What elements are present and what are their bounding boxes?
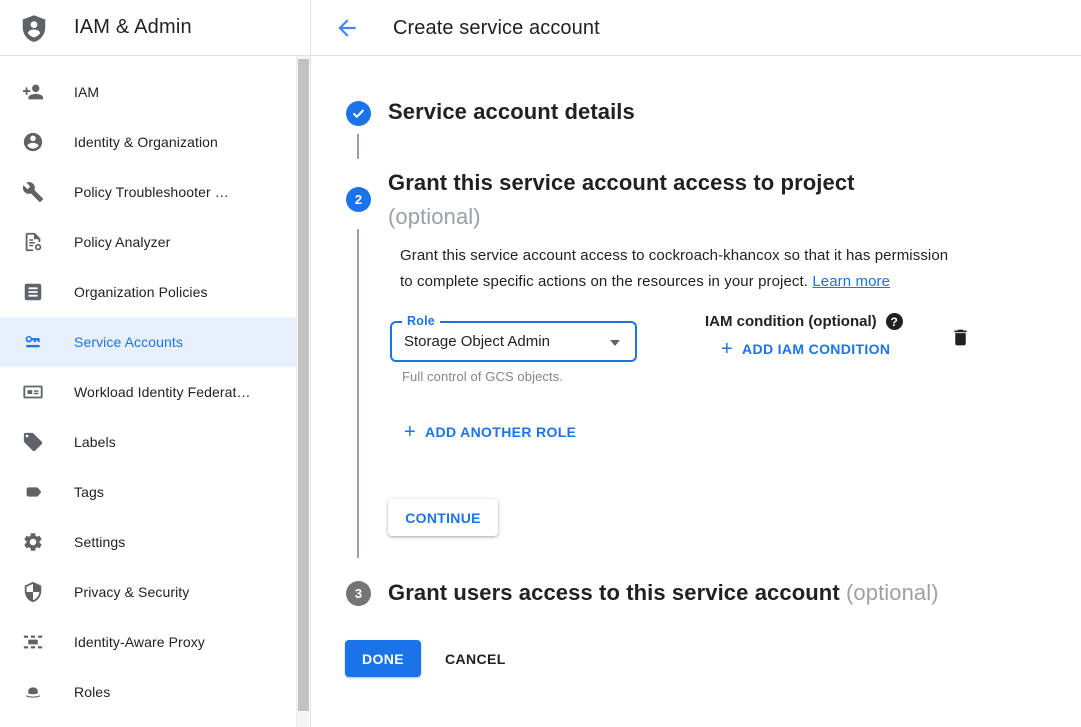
service-account-key-icon: [22, 331, 44, 353]
plus-icon: +: [404, 423, 416, 441]
tag-icon: [22, 431, 44, 453]
sidebar-header: IAM & Admin: [0, 0, 310, 56]
back-button[interactable]: [334, 15, 360, 41]
sidebar-item-policy-troubleshooter[interactable]: Policy Troubleshooter …: [0, 167, 296, 217]
sidebar-item-label: Policy Troubleshooter …: [74, 184, 229, 200]
sidebar-item-labels[interactable]: Labels: [0, 417, 296, 467]
plus-icon: +: [721, 340, 733, 358]
sidebar-item-organization-policies[interactable]: Organization Policies: [0, 267, 296, 317]
sidebar-item-label: Labels: [74, 434, 116, 450]
sidebar-item-iam[interactable]: IAM: [0, 67, 296, 117]
cancel-button[interactable]: CANCEL: [433, 640, 518, 677]
step2-number: 2: [355, 192, 362, 207]
trash-icon: [950, 326, 971, 349]
wrench-icon: [22, 181, 44, 203]
sidebar-item-label: Privacy & Security: [74, 584, 189, 600]
step1-title: Service account details: [388, 99, 635, 125]
hat-icon: [22, 681, 44, 703]
help-icon[interactable]: ?: [886, 313, 903, 330]
sidebar-nav: IAM Identity & Organization Policy Troub…: [0, 56, 296, 717]
role-selected-value: Storage Object Admin: [404, 323, 550, 360]
sidebar-item-label: IAM: [74, 84, 99, 100]
check-icon: [351, 106, 366, 121]
sidebar-item-identity-aware-proxy[interactable]: Identity-Aware Proxy: [0, 617, 296, 667]
step2-title: Grant this service account access to pro…: [388, 166, 1008, 234]
sidebar-item-label: Service Accounts: [74, 334, 183, 350]
sidebar-item-roles[interactable]: Roles: [0, 667, 296, 717]
sidebar-item-label: Settings: [74, 534, 125, 550]
add-another-role-button[interactable]: + ADD ANOTHER ROLE: [404, 423, 576, 441]
page-title: Create service account: [393, 0, 600, 56]
step3-title: Grant users access to this service accou…: [388, 580, 939, 606]
sidebar-item-identity-organization[interactable]: Identity & Organization: [0, 117, 296, 167]
learn-more-link[interactable]: Learn more: [812, 273, 890, 290]
dropdown-caret-icon: [610, 340, 620, 346]
step-connector: [357, 134, 359, 159]
step3-number-circle: 3: [346, 581, 371, 606]
step3-optional-label: (optional): [846, 580, 939, 605]
badge-card-icon: [22, 381, 44, 403]
app-bar: Create service account: [311, 0, 1081, 56]
sidebar-item-label: Identity & Organization: [74, 134, 218, 150]
sidebar-item-label: Policy Analyzer: [74, 234, 170, 250]
done-button[interactable]: DONE: [345, 640, 421, 677]
sidebar-item-privacy-security[interactable]: Privacy & Security: [0, 567, 296, 617]
iam-condition-label: IAM condition (optional) ?: [705, 313, 903, 330]
sidebar-item-settings[interactable]: Settings: [0, 517, 296, 567]
sidebar-item-policy-analyzer[interactable]: Policy Analyzer: [0, 217, 296, 267]
product-title: IAM & Admin: [74, 16, 192, 39]
sidebar-scrollbar-thumb[interactable]: [298, 59, 309, 711]
sidebar-item-label: Organization Policies: [74, 284, 208, 300]
step2-optional-label: (optional): [388, 204, 481, 229]
sidebar-item-service-accounts[interactable]: Service Accounts: [0, 317, 296, 367]
step2-description: Grant this service account access to coc…: [400, 243, 1000, 294]
step1-check-circle: [346, 101, 371, 126]
step-connector: [357, 229, 359, 558]
sidebar-scrollbar-track[interactable]: [296, 56, 309, 727]
sidebar-item-label: Identity-Aware Proxy: [74, 634, 205, 650]
step3-number: 3: [355, 586, 362, 601]
shield-icon: [22, 581, 44, 603]
delete-role-button[interactable]: [948, 326, 972, 350]
arrow-back-icon: [334, 15, 360, 41]
iam-admin-shield-logo: [19, 13, 49, 43]
sidebar-item-label: Tags: [74, 484, 104, 500]
label-arrow-icon: [22, 481, 44, 503]
add-iam-condition-button[interactable]: + ADD IAM CONDITION: [721, 340, 890, 358]
person-add-icon: [22, 81, 44, 103]
main-content: Create service account Service account d…: [311, 0, 1081, 727]
sidebar-item-tags[interactable]: Tags: [0, 467, 296, 517]
role-helper-text: Full control of GCS objects.: [402, 369, 563, 384]
continue-button[interactable]: CONTINUE: [388, 499, 498, 536]
role-select[interactable]: Role Storage Object Admin: [390, 321, 637, 362]
gateway-icon: [22, 631, 44, 653]
sidebar-item-workload-identity-federation[interactable]: Workload Identity Federat…: [0, 367, 296, 417]
sidebar-item-label: Roles: [74, 684, 110, 700]
policy-analyzer-icon: [22, 231, 44, 253]
sidebar: IAM & Admin IAM Identity & Organization …: [0, 0, 311, 727]
document-list-icon: [22, 281, 44, 303]
gear-icon: [22, 531, 44, 553]
account-circle-icon: [22, 131, 44, 153]
sidebar-item-label: Workload Identity Federat…: [74, 384, 251, 400]
step2-number-circle: 2: [346, 187, 371, 212]
